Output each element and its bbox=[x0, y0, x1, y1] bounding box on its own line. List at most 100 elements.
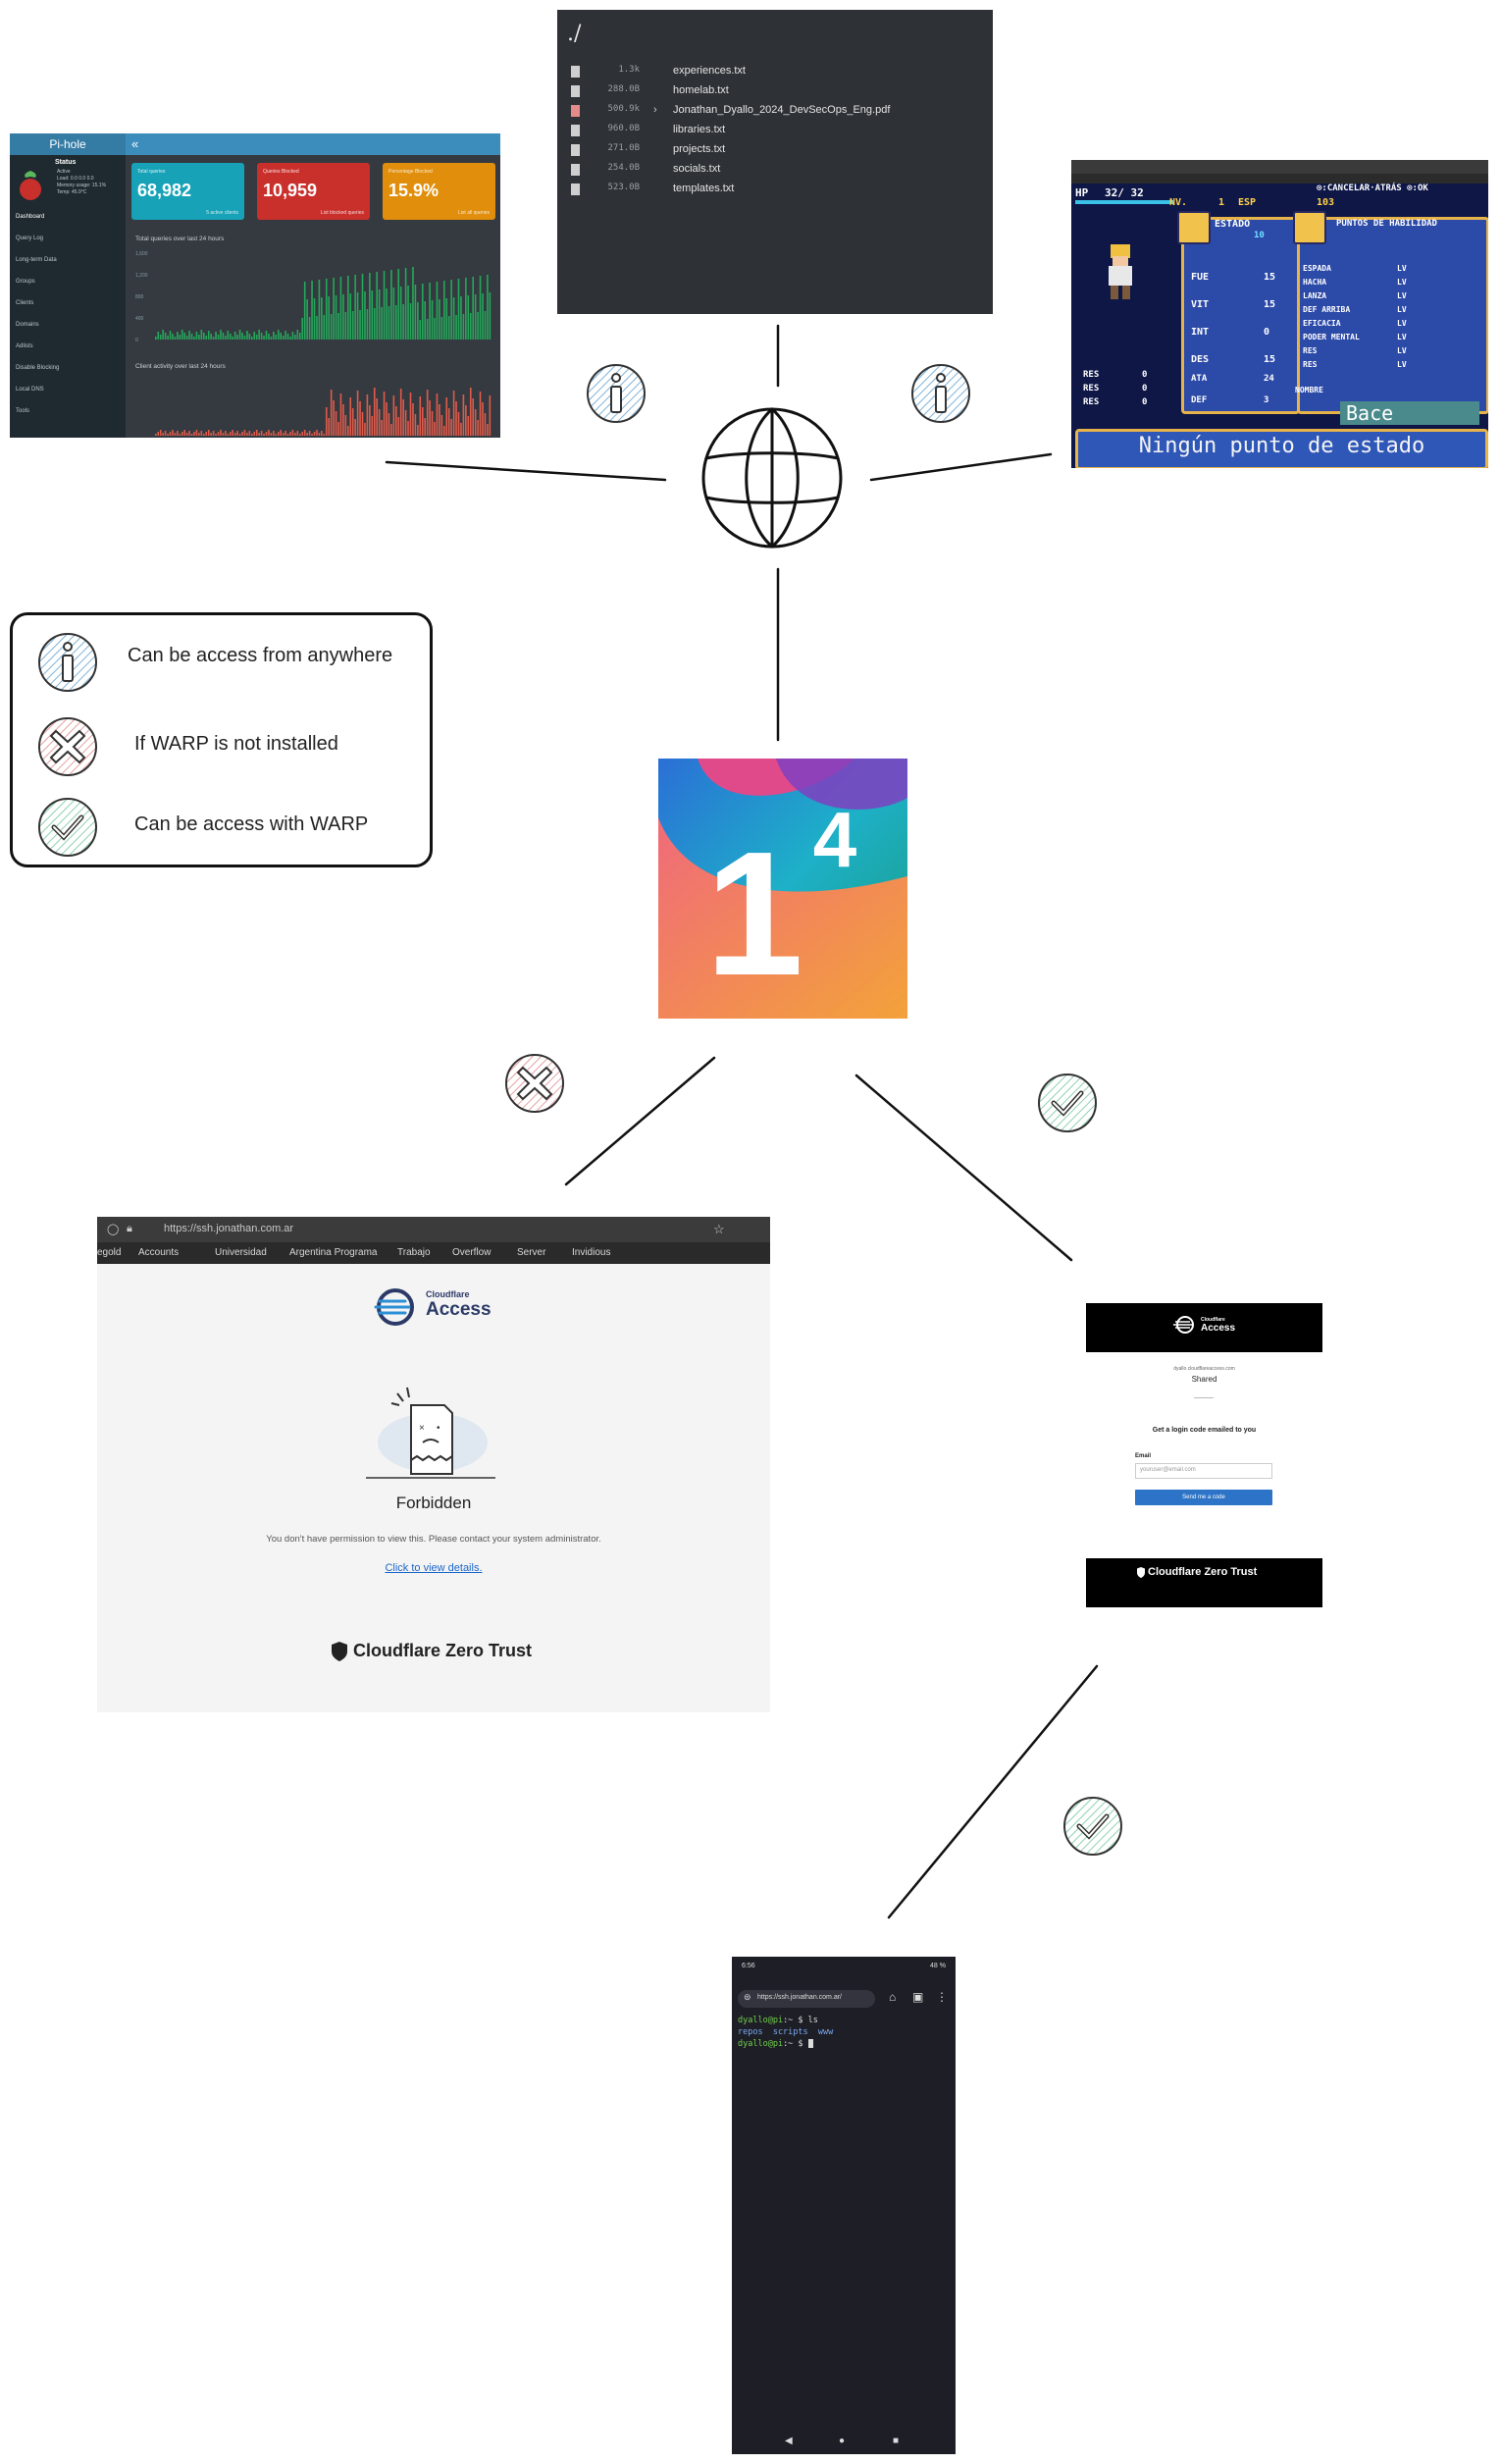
nav-adlists[interactable]: Adlists bbox=[16, 343, 33, 349]
pdf-icon bbox=[571, 105, 580, 117]
broken-document-icon: × • bbox=[366, 1387, 495, 1479]
bar bbox=[195, 430, 198, 436]
document-icon bbox=[571, 144, 580, 156]
file-row[interactable]: 500.9k › Jonathan_Dyallo_2024_DevSecOps_… bbox=[571, 104, 983, 122]
bar bbox=[318, 433, 321, 436]
card-footer-link[interactable]: List all queries bbox=[458, 210, 490, 216]
stat-label: FUE bbox=[1191, 272, 1210, 283]
bar bbox=[294, 433, 296, 436]
bar bbox=[210, 334, 212, 340]
terminal-line[interactable]: dyallo@pi:~ $ bbox=[738, 2039, 813, 2049]
line-login-phone bbox=[887, 1664, 1099, 1919]
file-name[interactable]: experiences.txt bbox=[673, 65, 746, 77]
legend-box: Can be access from anywhere If WARP is n… bbox=[10, 612, 433, 867]
controls-hint: ⊙:CANCELAR·ATRÁS ⊙:OK bbox=[1317, 183, 1428, 193]
file-name[interactable]: socials.txt bbox=[673, 163, 720, 175]
nav-tools[interactable]: Tools bbox=[16, 408, 29, 414]
nav-long-term-data[interactable]: Long-term Data bbox=[16, 257, 57, 263]
bar bbox=[349, 397, 352, 436]
cf-brand-access: Access bbox=[426, 1299, 492, 1320]
bar bbox=[373, 388, 376, 436]
bookmark[interactable]: Invidious bbox=[572, 1247, 610, 1258]
globe-icon bbox=[701, 407, 843, 549]
bookmark[interactable]: Accounts bbox=[138, 1247, 179, 1258]
bookmark[interactable]: Argentina Programa bbox=[289, 1247, 378, 1258]
total-queries-card: Total queries 68,982 5 active clients bbox=[131, 163, 244, 220]
bookmark[interactable]: Universidad bbox=[215, 1247, 267, 1258]
nav-dashboard[interactable]: Dashboard bbox=[16, 214, 44, 220]
percentage-blocked-card: Percentage Blocked 15.9% List all querie… bbox=[383, 163, 495, 220]
back-icon[interactable]: ◀ bbox=[785, 2436, 793, 2446]
bookmark[interactable]: Server bbox=[517, 1247, 545, 1258]
site-info-icon[interactable]: ⊜ bbox=[744, 1992, 751, 2003]
file-name[interactable]: Jonathan_Dyallo_2024_DevSecOps_Eng.pdf bbox=[673, 104, 890, 116]
bar bbox=[241, 333, 243, 340]
file-name[interactable]: projects.txt bbox=[673, 143, 725, 155]
stat-value: 15 bbox=[1264, 299, 1276, 310]
card-footer-link[interactable]: 5 active clients bbox=[206, 210, 238, 216]
file-row[interactable]: 523.0B templates.txt bbox=[571, 183, 983, 200]
nav-clients[interactable]: Clients bbox=[16, 300, 33, 306]
divider bbox=[1194, 1397, 1214, 1398]
bar bbox=[246, 331, 248, 340]
lv-label: LV bbox=[1397, 264, 1407, 273]
file-row[interactable]: 271.0B projects.txt bbox=[571, 143, 983, 161]
bookmark[interactable]: egold bbox=[97, 1247, 121, 1258]
url-bar[interactable]: https://ssh.jonathan.com.ar bbox=[164, 1223, 293, 1234]
star-icon[interactable]: ☆ bbox=[713, 1222, 725, 1237]
y-tick: 1,200 bbox=[135, 273, 148, 279]
bar bbox=[253, 332, 256, 340]
sidebar-toggle[interactable]: « bbox=[131, 133, 138, 155]
home-button-icon[interactable]: ● bbox=[839, 2436, 845, 2446]
bar bbox=[477, 312, 479, 340]
view-details-link[interactable]: Click to view details. bbox=[97, 1562, 770, 1574]
bar bbox=[371, 416, 374, 436]
bar bbox=[188, 431, 190, 436]
nav-local-dns[interactable]: Local DNS bbox=[16, 387, 44, 393]
bar bbox=[227, 434, 230, 436]
nav-groups[interactable]: Groups bbox=[16, 279, 35, 285]
file-row[interactable]: 254.0B socials.txt bbox=[571, 163, 983, 181]
bar bbox=[255, 430, 258, 436]
legend-label: Can be access with WARP bbox=[134, 813, 369, 835]
bookmark[interactable]: Overflow bbox=[452, 1247, 491, 1258]
bar bbox=[285, 331, 286, 340]
bar bbox=[169, 432, 172, 436]
bookmark[interactable]: Trabajo bbox=[397, 1247, 431, 1258]
bar bbox=[429, 400, 431, 436]
bar bbox=[251, 434, 253, 436]
y-tick: 0 bbox=[135, 338, 138, 343]
send-code-button[interactable]: Send me a code bbox=[1135, 1490, 1272, 1505]
bar bbox=[434, 422, 436, 436]
bar bbox=[402, 399, 404, 436]
bar bbox=[419, 320, 422, 340]
exp-label: ESP bbox=[1238, 197, 1257, 208]
file-name[interactable]: homelab.txt bbox=[673, 84, 729, 96]
url-text[interactable]: https://ssh.jonathan.com.ar/ bbox=[757, 1994, 842, 2001]
menu-icon[interactable]: ⋮ bbox=[936, 1990, 948, 2004]
bar bbox=[482, 293, 484, 340]
bar bbox=[392, 288, 395, 340]
bar bbox=[306, 299, 308, 340]
nombre-label: NOMBRE bbox=[1295, 386, 1323, 394]
nav-query-log[interactable]: Query Log bbox=[16, 236, 43, 241]
email-field[interactable]: youruser@email.com bbox=[1135, 1463, 1272, 1479]
nav-domains[interactable]: Domains bbox=[16, 322, 39, 328]
tabs-icon[interactable]: ▣ bbox=[912, 1990, 923, 2004]
file-row[interactable]: 288.0B homelab.txt bbox=[571, 84, 983, 102]
file-name[interactable]: templates.txt bbox=[673, 183, 734, 194]
bar bbox=[445, 397, 448, 436]
recents-icon[interactable]: ■ bbox=[893, 2436, 899, 2446]
bar bbox=[395, 305, 397, 340]
bar bbox=[351, 311, 354, 340]
home-icon[interactable]: ⌂ bbox=[889, 1990, 896, 2004]
bar bbox=[333, 400, 335, 436]
bar bbox=[460, 296, 462, 340]
bar bbox=[388, 413, 390, 436]
nav-disable-blocking[interactable]: Disable Blocking bbox=[16, 365, 59, 371]
file-row[interactable]: 1.3k experiences.txt bbox=[571, 65, 983, 82]
file-row[interactable]: 960.0B libraries.txt bbox=[571, 124, 983, 141]
bar bbox=[378, 409, 381, 436]
file-name[interactable]: libraries.txt bbox=[673, 124, 725, 135]
card-footer-link[interactable]: List blocked queries bbox=[321, 210, 364, 216]
